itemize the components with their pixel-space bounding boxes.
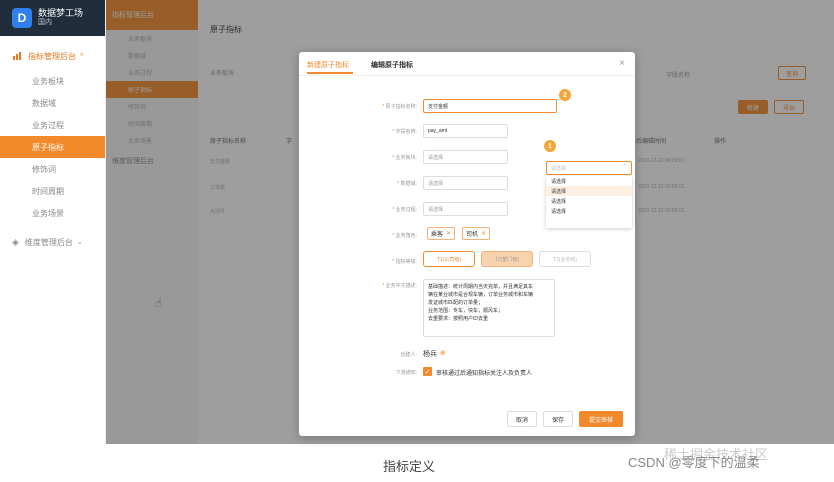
notify-checkbox[interactable]: ✓ — [423, 367, 432, 376]
cancel-button[interactable]: 取消 — [507, 411, 537, 427]
notify-label-text: 下游通知 — [395, 370, 416, 376]
sidebar-item-business-segment[interactable]: 业务板块 — [0, 70, 105, 92]
biz-select[interactable]: 请选择 — [423, 150, 508, 164]
callout-badge-2: 2 — [559, 89, 571, 101]
brand-logo: D — [12, 8, 32, 28]
brand-title: 数据梦工场 国内 — [38, 8, 83, 28]
sidebar-item-business-scene[interactable]: 业务场景 — [0, 202, 105, 224]
level-t1-option[interactable]: T1(公司级) — [423, 251, 475, 267]
watermark-csdn: CSDN @零度下的温柔 — [628, 455, 760, 470]
chevron-up-icon: ^ — [80, 52, 84, 60]
callout-badge-1: 1 — [544, 140, 556, 152]
desc-line: 基础描述：统计周期内当天完单，并且满足其车 — [428, 284, 534, 290]
notify-text: 审核通过后通知指标关注人及负责人 — [436, 371, 533, 377]
modal-tabs: 新建原子指标 编辑原子指标 × — [299, 52, 635, 76]
creator-value: 杨兵 — [423, 351, 437, 358]
field-label-text: 字段名称 — [395, 129, 416, 135]
dropdown-option[interactable]: 请选择 — [546, 206, 632, 216]
sidebar-group-label: 指标管理后台 — [28, 51, 76, 61]
dropdown-option[interactable]: 请选择 — [546, 196, 632, 206]
dropdown-list: 请选择 请选择 请选择 请选择 — [546, 176, 632, 228]
field-label: * 字段名称: — [392, 129, 417, 135]
brand-header: D 数据梦工场 国内 — [0, 0, 105, 36]
tag-text: 乘客 — [431, 232, 444, 238]
close-icon[interactable]: × — [619, 58, 625, 69]
sidebar-item-modifier[interactable]: 修饰词 — [0, 158, 105, 180]
dropdown-option[interactable]: 请选择 — [546, 176, 632, 186]
name-input[interactable]: 支付金额 — [423, 99, 557, 113]
role-tag-passenger[interactable]: 乘客 ✕ — [427, 227, 456, 240]
chevron-up-icon: ^ — [623, 164, 626, 170]
sidebar-item-data-domain[interactable]: 数据域 — [0, 92, 105, 114]
desc-line: 发证城市匹配的订单量； — [428, 300, 484, 306]
desc-line: 去重要求：按照用户ID去重 — [428, 316, 489, 322]
submit-review-button[interactable]: 提交审核 — [579, 411, 623, 427]
sidebar-item-time-period[interactable]: 时间周期 — [0, 180, 105, 202]
domain-label: * 数据域: — [397, 181, 417, 187]
description-textarea[interactable]: 基础描述：统计周期内当天完单，并且满足其车 辆在某业城市是合规车辆，订单业务城市… — [423, 279, 555, 337]
sidebar-item-atomic-metric[interactable]: 原子指标 — [0, 136, 105, 158]
level-t2-option[interactable]: T2(部门级) — [481, 251, 533, 267]
main-sidebar: D 数据梦工场 国内 指标管理后台 ^ 业务板块 数据域 业务过程 原子指标 修… — [0, 0, 106, 444]
close-icon[interactable]: ✕ — [446, 230, 451, 237]
bar-chart-icon — [13, 52, 21, 60]
sidebar-item-business-process[interactable]: 业务过程 — [0, 114, 105, 136]
level-label-text: 指标等级 — [395, 259, 416, 265]
sidebar-group2-label: 维度管理后台 — [24, 237, 73, 247]
brand-sub: 国内 — [38, 19, 52, 26]
notify-label: 下游通知: — [395, 370, 417, 376]
name-label-text: 原子指标名称 — [385, 104, 416, 110]
close-icon[interactable]: ✕ — [481, 230, 486, 237]
tab-edit-atomic[interactable]: 编辑原子指标 — [371, 60, 413, 70]
process-label-text: 业务过程 — [395, 207, 416, 213]
tag-text: 司机 — [466, 232, 479, 238]
role-tag-driver[interactable]: 司机 ✕ — [462, 227, 491, 240]
desc-label-text: 业务中文描述 — [385, 283, 416, 289]
domain-label-text: 数据域 — [400, 181, 416, 187]
level-t3-option[interactable]: T3(业务线) — [539, 251, 591, 267]
name-label: * 原子指标名称: — [382, 104, 417, 110]
cube-icon: ◈ — [12, 236, 19, 247]
chevron-down-icon: ⌄ — [76, 239, 83, 246]
role-label-text: 业务角色 — [395, 233, 416, 239]
desc-label: * 业务中文描述: — [382, 283, 417, 289]
biz-label: * 业务板块: — [392, 155, 417, 161]
tab-underline — [307, 72, 353, 74]
process-select[interactable]: 请选择 — [423, 202, 508, 216]
creator-label-text: 创建人 — [400, 352, 416, 358]
desc-line: 辆在某业城市是合规车辆，订单业务城市和车辆 — [428, 292, 534, 298]
save-button[interactable]: 保存 — [543, 411, 573, 427]
desc-line: 业务范围：专车，快车，顺风车； — [428, 308, 504, 314]
sidebar-group-dimension[interactable]: ◈ 维度管理后台 ⌄ — [0, 228, 105, 256]
role-label: * 业务角色: — [392, 233, 417, 239]
dropdown-option[interactable]: 请选择 — [546, 186, 632, 196]
process-label: * 业务过程: — [392, 207, 417, 213]
creator-label: 创建人: — [400, 352, 417, 358]
brand-name: 数据梦工场 — [38, 8, 84, 18]
dropdown-placeholder: 请选择 — [551, 165, 567, 172]
level-label: * 指标等级: — [392, 259, 417, 265]
tab-new-atomic[interactable]: 新建原子指标 — [307, 60, 349, 70]
biz-label-text: 业务板块 — [395, 155, 416, 161]
field-input[interactable]: pay_amt — [423, 124, 508, 138]
figure-caption: 指标定义 — [383, 459, 436, 474]
sidebar-group-metrics[interactable]: 指标管理后台 ^ — [0, 42, 105, 70]
business-dropdown[interactable]: 请选择 ^ — [546, 161, 632, 175]
domain-select[interactable]: 请选择 — [423, 176, 508, 190]
edit-icon[interactable]: ⊕ — [440, 349, 446, 357]
mouse-cursor-icon: ☝ — [155, 296, 163, 310]
